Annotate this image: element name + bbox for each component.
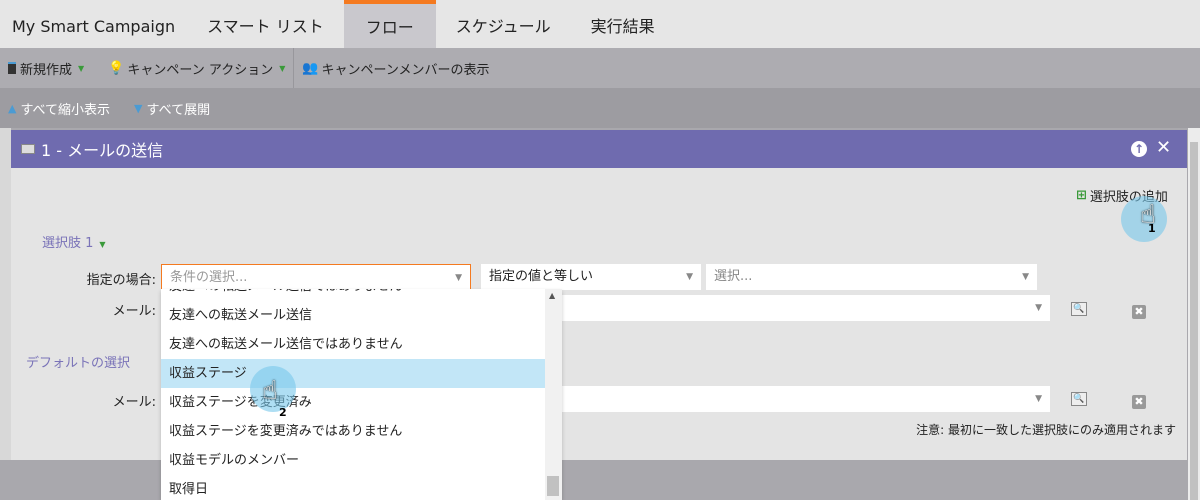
email-label: メール: [112, 304, 156, 319]
default-email-label: メール: [112, 395, 156, 410]
list-item[interactable]: 友達への転送メール送信ではありません [161, 289, 545, 301]
step-number: 2 [279, 406, 287, 419]
expand-bar: ▲ すべて縮小表示 ▼ すべて展開 [0, 88, 1200, 128]
view-members-button[interactable]: 👥 キャンペーンメンバーの表示 [293, 48, 497, 88]
chevron-down-icon: ▼ [1035, 394, 1042, 404]
dropdown-scrollbar[interactable]: ▲ [545, 289, 562, 500]
chevron-down-icon: ▼ [1035, 303, 1042, 313]
new-menu-button[interactable]: 新規作成 ▼ [0, 48, 92, 88]
tab-bar: My Smart Campaign スマート リスト フロー スケジュール 実行… [0, 0, 1200, 48]
left-gutter [0, 128, 11, 460]
new-label: 新規作成 [20, 62, 73, 78]
note-text: 注意: 最初に一致した選択肢にのみ適用されます [916, 423, 1176, 437]
move-up-icon[interactable]: ↑ [1131, 141, 1147, 157]
chevron-down-icon: ▼ [686, 272, 693, 282]
scroll-up-icon[interactable]: ▲ [549, 291, 555, 300]
list-item[interactable]: 取得日 [161, 475, 545, 500]
default-choice-label: デフォルトの選択 [26, 356, 131, 371]
new-icon [8, 62, 16, 74]
lightbulb-icon: 💡 [108, 60, 125, 76]
toolbar: 新規作成 ▼ 💡 キャンペーン アクション ▼ 👥 キャンペーンメンバーの表示 [0, 48, 1200, 88]
scrollbar[interactable] [1188, 128, 1200, 500]
scrollbar-thumb[interactable] [1190, 142, 1198, 500]
tab-flow[interactable]: フロー [343, 0, 436, 48]
view-members-label: キャンペーンメンバーの表示 [321, 62, 490, 78]
tab-results[interactable]: 実行結果 [571, 0, 675, 48]
email-icon [21, 144, 35, 154]
condition-placeholder: 条件の選択... [170, 270, 248, 285]
step-number: 1 [1148, 222, 1156, 235]
triangle-down-icon: ▼ [134, 101, 143, 115]
delete-icon[interactable]: ✖ [1132, 305, 1146, 319]
campaign-actions-label: キャンペーン アクション [127, 62, 274, 78]
members-icon: 👥 [302, 60, 319, 76]
list-item[interactable]: 収益ステージを変更済み [161, 388, 545, 417]
expand-all-label: すべて展開 [146, 102, 211, 118]
collapse-all-button[interactable]: ▲ すべて縮小表示 [8, 99, 110, 118]
flow-step-header: 1 - メールの送信 ↑ ✕ [11, 130, 1187, 168]
list-item[interactable]: 収益モデルのメンバー [161, 446, 545, 475]
hand-cursor-icon: ☝ [262, 376, 278, 406]
campaign-actions-button[interactable]: 💡 キャンペーン アクション ▼ [100, 48, 293, 88]
operator-value: 指定の値と等しい [489, 269, 594, 284]
tab-schedule[interactable]: スケジュール [436, 0, 571, 48]
if-label: 指定の場合: [86, 273, 156, 288]
list-item[interactable]: 収益ステージを変更済みではありません [161, 417, 545, 446]
choice-1-label: 選択肢 1 [42, 236, 94, 251]
dropdown-scrollbar-thumb[interactable] [547, 476, 559, 496]
tab-smart-list[interactable]: スマート リスト [187, 0, 344, 48]
dropdown-icon: ▼ [99, 240, 106, 249]
condition-dropdown-list[interactable]: 友達への転送メール送信ではありません 友達への転送メール送信 友達への転送メール… [161, 289, 562, 500]
flow-step-title: 1 - メールの送信 [41, 141, 164, 160]
value-placeholder: 選択... [714, 269, 753, 284]
operator-select[interactable]: 指定の値と等しい ▼ [481, 264, 701, 290]
list-item[interactable]: 友達への転送メール送信ではありません [161, 330, 545, 359]
chevron-down-icon: ▼ [1022, 272, 1029, 282]
list-item-highlighted[interactable]: 収益ステージ [161, 359, 545, 388]
close-icon[interactable]: ✕ [1156, 137, 1171, 158]
collapse-all-label: すべて縮小表示 [20, 102, 111, 118]
tab-campaign-name[interactable]: My Smart Campaign [0, 0, 187, 48]
expand-all-button[interactable]: ▼ すべて展開 [134, 99, 210, 118]
condition-select[interactable]: 条件の選択... ▼ [161, 264, 471, 290]
triangle-up-icon: ▲ [8, 101, 17, 115]
delete-icon[interactable]: ✖ [1132, 395, 1146, 409]
preview-icon[interactable]: 🔍 [1071, 392, 1087, 406]
value-select[interactable]: 選択... ▼ [706, 264, 1037, 290]
dropdown-icon: ▼ [78, 63, 85, 73]
list-item[interactable]: 友達への転送メール送信 [161, 301, 545, 330]
preview-icon[interactable]: 🔍 [1071, 302, 1087, 316]
choice-1-toggle[interactable]: 選択肢 1 ▼ [42, 232, 106, 251]
dropdown-icon: ▼ [279, 63, 286, 73]
chevron-down-icon: ▼ [455, 273, 462, 283]
add-choice-icon: ⊞ [1076, 188, 1087, 203]
